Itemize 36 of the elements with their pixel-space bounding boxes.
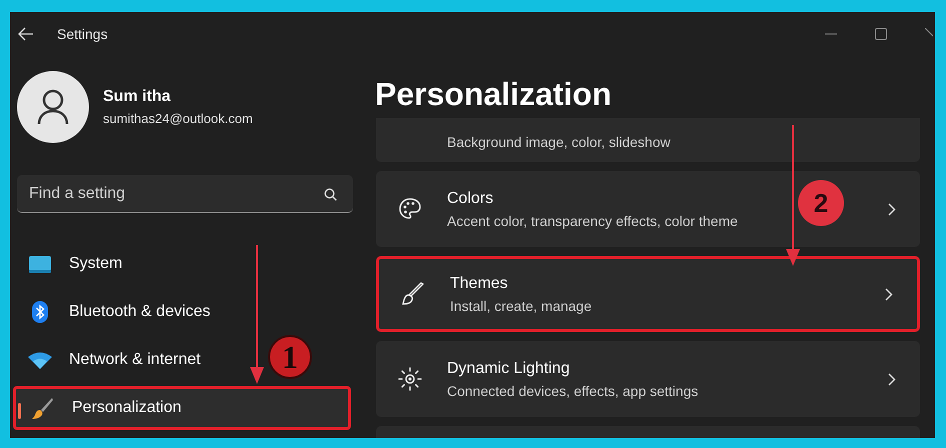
nav-item[interactable]: Bluetooth & devices xyxy=(13,290,222,334)
account-name: Sum itha xyxy=(103,87,172,108)
minimize-icon[interactable] xyxy=(825,33,837,35)
step-badge: 1 xyxy=(268,335,312,379)
wifi-icon xyxy=(28,352,52,368)
selection-indicator xyxy=(18,403,21,419)
bluetooth-icon xyxy=(32,301,48,323)
maximize-icon[interactable] xyxy=(875,28,887,40)
card-subtitle: Accent color, transparency effects, color theme xyxy=(447,212,738,231)
card-title: Dynamic Lighting xyxy=(447,358,570,378)
paintbrush-icon xyxy=(401,282,425,306)
nav-item[interactable]: Network & internet xyxy=(13,338,213,382)
nav-item[interactable]: System xyxy=(13,242,134,286)
palette-icon xyxy=(398,197,422,221)
monitor-icon xyxy=(29,256,51,272)
search-field[interactable]: Find a setting xyxy=(17,175,353,213)
window-title: Settings xyxy=(57,24,108,44)
card-title: Colors xyxy=(447,188,494,208)
nav-item[interactable]: Personalization xyxy=(13,386,351,430)
card-subtitle: Connected devices, effects, app settings xyxy=(447,382,698,401)
card-subtitle: Background image, color, slideshow xyxy=(447,132,670,152)
person-icon xyxy=(37,89,69,125)
account-email: sumithas24@outlook.com xyxy=(103,110,253,128)
sunburst-icon xyxy=(398,367,422,391)
search-icon[interactable] xyxy=(324,188,337,201)
chevron-right-icon xyxy=(885,288,893,300)
settings-card[interactable]: Background image, color, slideshow xyxy=(376,118,920,162)
chevron-right-icon xyxy=(888,372,896,386)
card-subtitle: Install, create, manage xyxy=(450,296,592,316)
settings-card[interactable]: Themes Install, create, manage xyxy=(376,256,920,332)
card-title: Themes xyxy=(450,274,508,294)
page-title: Personalization xyxy=(375,75,612,114)
settings-card[interactable]: Dynamic Lighting Connected devices, effects, app settings xyxy=(376,341,920,417)
chevron-right-icon xyxy=(888,202,896,216)
paintbrush-icon xyxy=(32,397,54,419)
back-arrow-icon[interactable] xyxy=(18,27,34,41)
